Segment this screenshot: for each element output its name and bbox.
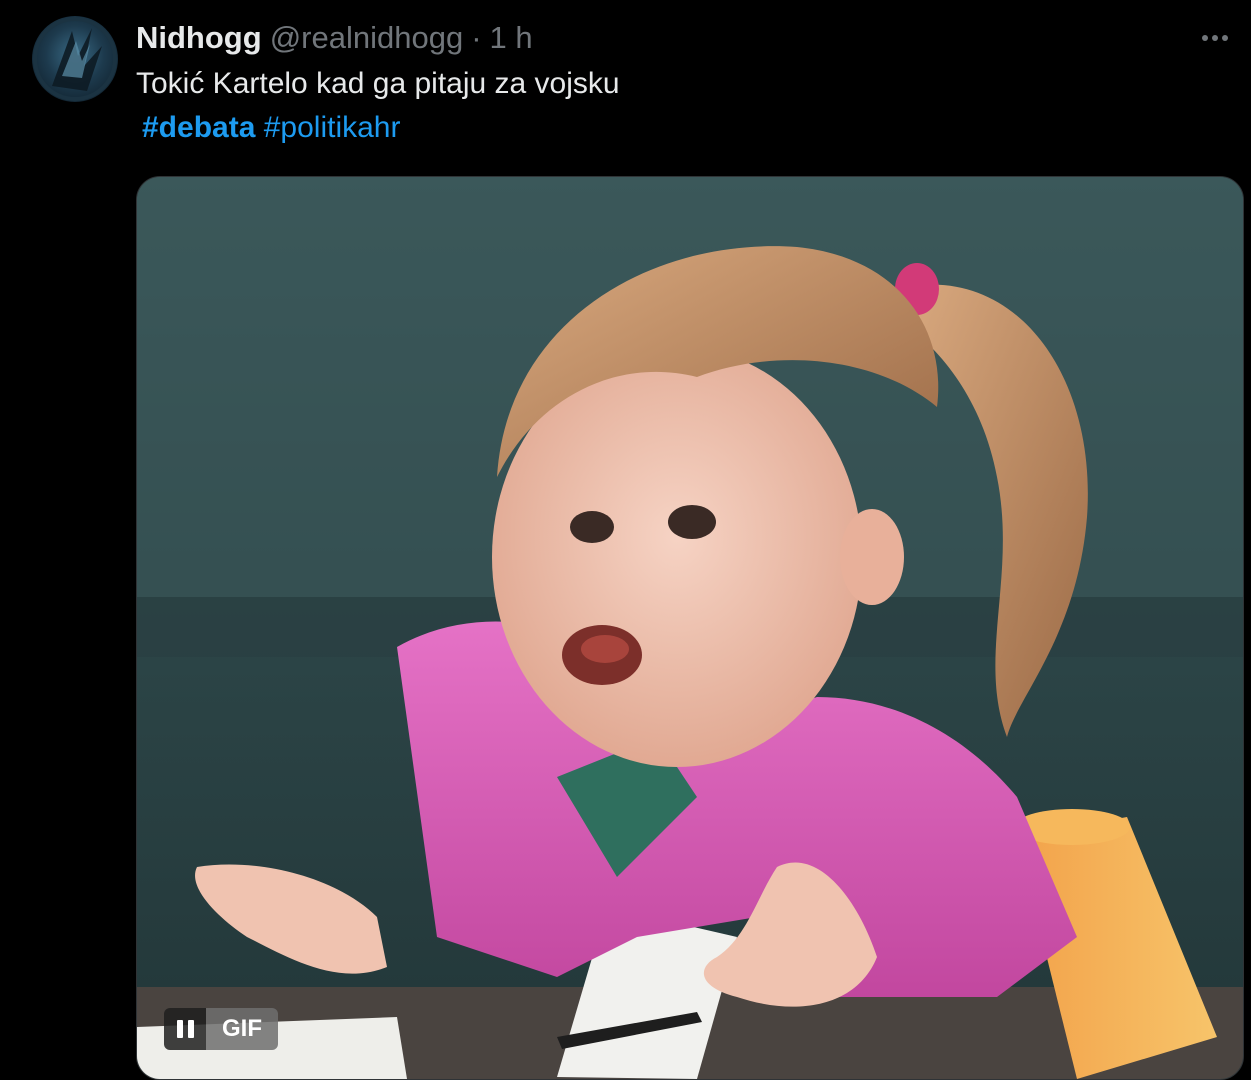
separator-dot: ·	[471, 20, 482, 55]
more-options-icon[interactable]	[1195, 26, 1235, 50]
gif-media[interactable]	[136, 176, 1244, 1080]
tweet-timestamp[interactable]: 1 h	[490, 20, 533, 56]
tweet-hashtags: #debata #politikahr	[142, 108, 400, 148]
tweet-header: Nidhogg @realnidhogg · 1 h	[136, 20, 533, 60]
gif-controls: GIF	[164, 1008, 278, 1050]
avatar-image	[33, 17, 117, 101]
pause-icon[interactable]	[164, 1008, 206, 1050]
author-handle[interactable]: @realnidhogg	[270, 20, 464, 56]
hashtag-politikahr[interactable]: #politikahr	[264, 111, 401, 144]
gif-badge: GIF	[206, 1008, 278, 1050]
gif-image	[137, 177, 1243, 1079]
tweet: Nidhogg @realnidhogg · 1 h Tokić Kartelo…	[0, 0, 1251, 1080]
author-display-name[interactable]: Nidhogg	[136, 20, 262, 56]
author-avatar[interactable]	[32, 16, 118, 102]
tweet-text: Tokić Kartelo kad ga pitaju za vojsku	[136, 67, 620, 100]
hashtag-debata[interactable]: #debata	[142, 111, 255, 144]
